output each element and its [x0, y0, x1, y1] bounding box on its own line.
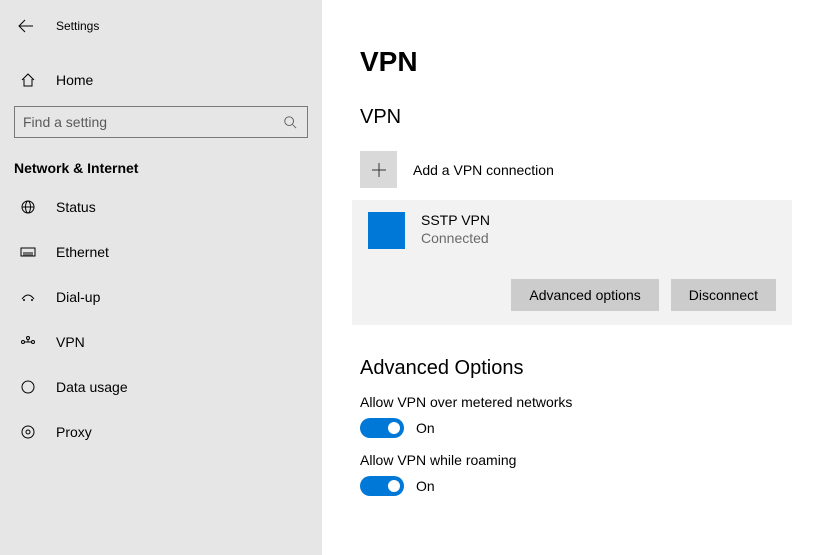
sidebar-item-label: Dial-up [56, 289, 100, 305]
section-title: VPN [360, 106, 792, 129]
sidebar-item-label: Data usage [56, 379, 128, 395]
sidebar-item-dialup[interactable]: Dial-up [0, 274, 322, 319]
dialup-icon [20, 289, 36, 305]
back-button[interactable] [14, 14, 38, 38]
home-icon [20, 72, 36, 88]
add-vpn-button[interactable]: Add a VPN connection [360, 151, 792, 188]
sidebar-item-label: Proxy [56, 424, 92, 440]
vpn-icon [20, 334, 36, 350]
sidebar: Settings Home Network & Intern [0, 0, 322, 555]
data-usage-icon [20, 379, 36, 395]
sidebar-item-status[interactable]: Status [0, 184, 322, 229]
sidebar-item-label: VPN [56, 334, 85, 350]
sidebar-item-ethernet[interactable]: Ethernet [0, 229, 322, 274]
sidebar-item-proxy[interactable]: Proxy [0, 409, 322, 454]
sidebar-item-label: Home [56, 72, 93, 88]
page-title: VPN [360, 46, 792, 78]
vpn-connection-icon [368, 212, 405, 249]
sidebar-item-vpn[interactable]: VPN [0, 319, 322, 364]
back-arrow-icon [18, 18, 34, 34]
search-icon [283, 115, 297, 129]
globe-icon [20, 199, 36, 215]
toggle-label-metered: Allow VPN over metered networks [360, 394, 792, 410]
sidebar-item-label: Status [56, 199, 96, 215]
category-title: Network & Internet [0, 160, 322, 176]
sidebar-item-label: Ethernet [56, 244, 109, 260]
toggle-roaming[interactable] [360, 476, 404, 496]
advanced-options-button[interactable]: Advanced options [511, 279, 658, 311]
vpn-connection-name: SSTP VPN [421, 212, 490, 228]
vpn-connection-status: Connected [421, 230, 490, 246]
search-input[interactable] [14, 106, 308, 138]
sidebar-item-home[interactable]: Home [0, 60, 322, 100]
sidebar-item-datausage[interactable]: Data usage [0, 364, 322, 409]
plus-box [360, 151, 397, 188]
toggle-label-roaming: Allow VPN while roaming [360, 452, 792, 468]
disconnect-button[interactable]: Disconnect [671, 279, 776, 311]
toggle-state: On [416, 420, 435, 436]
vpn-connection-card[interactable]: SSTP VPN Connected Advanced options Disc… [352, 200, 792, 325]
toggle-metered[interactable] [360, 418, 404, 438]
app-title: Settings [56, 19, 99, 33]
search-field[interactable] [23, 114, 281, 130]
main-content: VPN VPN Add a VPN connection SSTP VPN Co… [322, 0, 822, 555]
proxy-icon [20, 424, 36, 440]
ethernet-icon [20, 244, 36, 260]
toggle-state: On [416, 478, 435, 494]
plus-icon [371, 162, 387, 178]
advanced-options-title: Advanced Options [360, 357, 792, 380]
add-vpn-label: Add a VPN connection [413, 162, 554, 178]
